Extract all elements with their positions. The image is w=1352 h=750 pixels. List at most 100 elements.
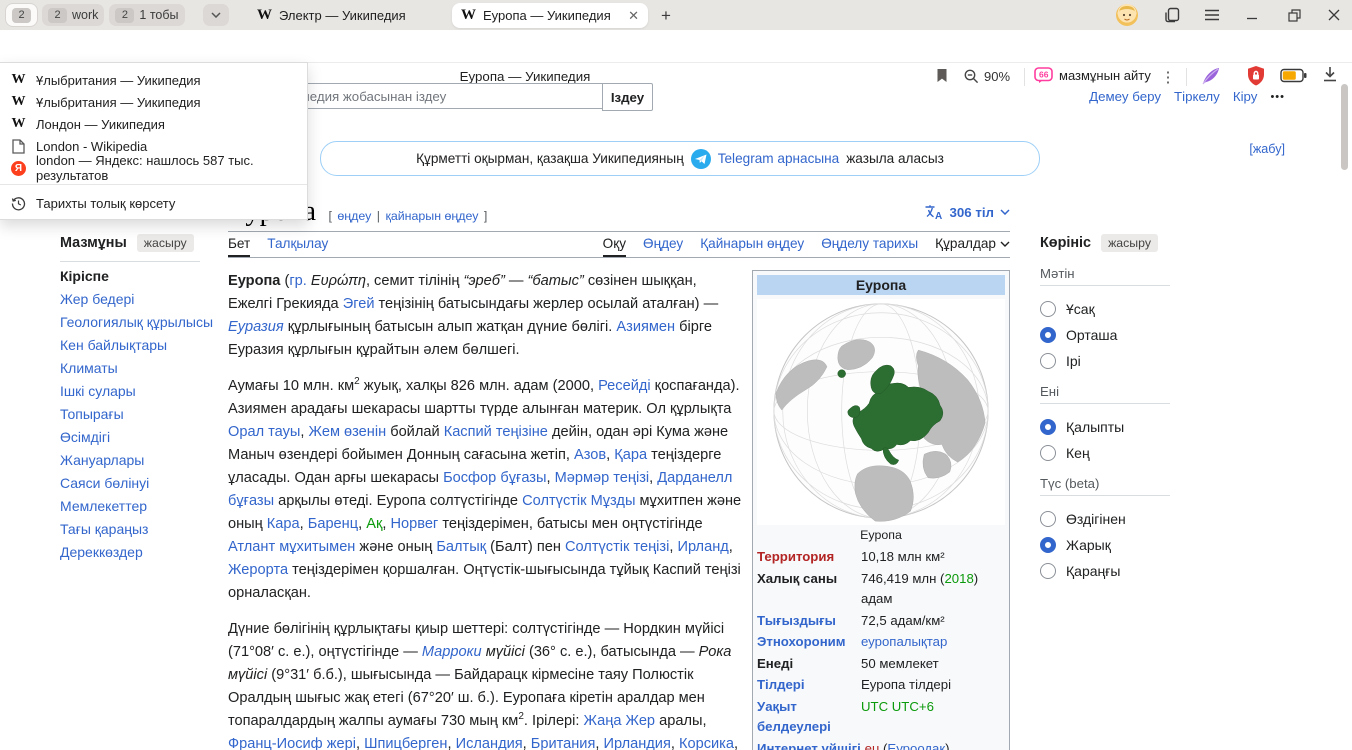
wiki-link[interactable]: Исландия <box>456 736 523 750</box>
wiki-link[interactable]: Атлант мұхитымен <box>228 539 355 555</box>
radio-icon[interactable] <box>1040 301 1056 317</box>
page-tab-қайнарын-өңдеу[interactable]: Қайнарын өңдеу <box>700 236 804 257</box>
wiki-link[interactable]: 2018 <box>944 571 973 586</box>
toc-item[interactable]: Өсімдігі <box>60 431 218 445</box>
wiki-link[interactable]: Ирланд <box>677 539 728 555</box>
zoom-control[interactable]: 90% <box>964 69 1010 84</box>
radio-selected-icon[interactable] <box>1040 419 1056 435</box>
toc-item[interactable]: Кен байлықтары <box>60 339 218 353</box>
page-tab-құралдар[interactable]: Құралдар <box>935 236 1010 257</box>
radio-icon[interactable] <box>1040 445 1056 461</box>
feather-extension-icon[interactable] <box>1200 65 1222 87</box>
window-minimize-icon[interactable] <box>1238 0 1266 30</box>
edit-link[interactable]: қайнарын өңдеу <box>385 209 478 223</box>
more-options-icon[interactable]: ••• <box>1270 91 1285 103</box>
wiki-link[interactable]: Балтық <box>436 539 486 555</box>
radio-icon[interactable] <box>1040 353 1056 369</box>
wiki-link[interactable]: Азов <box>574 447 606 463</box>
wiki-link[interactable]: гр. <box>289 273 307 289</box>
wiki-link[interactable]: Ақ <box>366 516 382 532</box>
radio-selected-icon[interactable] <box>1040 327 1056 343</box>
page-tab-талқылау[interactable]: Талқылау <box>267 236 328 257</box>
menu-icon[interactable] <box>1198 0 1226 30</box>
toc-item[interactable]: Жер бедері <box>60 293 218 307</box>
toc-item[interactable]: Ішкі сулары <box>60 385 218 399</box>
wiki-link[interactable]: Жем өзенін <box>309 424 387 440</box>
radio-option[interactable]: Жарық <box>1040 532 1210 558</box>
wiki-link[interactable]: Азиямен <box>616 319 675 335</box>
tab-close-icon[interactable]: ✕ <box>628 8 639 24</box>
wiki-link[interactable]: Каспий теңізіне <box>444 424 548 440</box>
header-link[interactable]: Демеу беру <box>1089 89 1161 104</box>
radio-option[interactable]: Кең <box>1040 440 1210 466</box>
wiki-link[interactable]: Орал тауы <box>228 424 300 440</box>
window-close-icon[interactable] <box>1320 0 1348 30</box>
suggestion-item[interactable]: WҰлыбритания — Уикипедия <box>0 69 307 91</box>
battery-icon[interactable] <box>1280 68 1307 83</box>
wiki-link[interactable]: Босфор бұғазы <box>443 470 546 486</box>
wiki-link[interactable]: Жаңа Жер <box>584 713 656 729</box>
show-full-history-item[interactable]: Тарихты толық көрсету <box>0 190 307 216</box>
wiki-link[interactable]: UTC UTC+6 <box>861 699 934 714</box>
toc-item[interactable]: Тағы қараңыз <box>60 523 218 537</box>
suggestion-item[interactable]: Яlondon — Яндекс: нашлось 587 тыс. резул… <box>0 157 307 179</box>
toc-item[interactable]: Климаты <box>60 362 218 376</box>
toc-item[interactable]: Мемлекеттер <box>60 500 218 514</box>
radio-option[interactable]: Орташа <box>1040 322 1210 348</box>
wiki-link[interactable]: Ресейді <box>598 378 651 394</box>
page-tab-оқу[interactable]: Оқу <box>603 236 626 257</box>
page-tab-бет[interactable]: Бет <box>228 236 250 257</box>
wiki-link[interactable]: Ирландия <box>603 736 670 750</box>
kebab-menu-icon[interactable]: ⋮ <box>1160 67 1176 87</box>
tab-group-chevron[interactable] <box>203 4 229 26</box>
infobox-label[interactable]: Этнохороним <box>757 632 861 653</box>
wiki-link[interactable]: еуропалықтар <box>861 634 947 649</box>
wiki-link[interactable]: Шпицберген <box>364 736 447 750</box>
wiki-link[interactable]: Баренц <box>308 516 358 532</box>
scrollbar-thumb[interactable] <box>1341 84 1348 170</box>
infobox-label[interactable]: Интернет үйшігі <box>757 739 861 750</box>
telegram-link[interactable]: Telegram арнасына <box>718 151 840 166</box>
radio-option[interactable]: Ірі <box>1040 348 1210 374</box>
radio-selected-icon[interactable] <box>1040 537 1056 553</box>
wiki-link[interactable]: .eu <box>861 741 879 750</box>
profile-avatar[interactable] <box>1116 4 1138 26</box>
tab-group-chip[interactable]: 21 тобы <box>109 4 184 26</box>
wiki-link[interactable]: Британия <box>531 736 596 750</box>
header-link[interactable]: Кіру <box>1233 89 1258 104</box>
browser-tab-inactive[interactable]: W Электр — Уикипедия <box>248 3 446 28</box>
bookmark-icon[interactable] <box>936 68 948 83</box>
download-icon[interactable] <box>1322 66 1338 84</box>
radio-option[interactable]: Қараңғы <box>1040 558 1210 584</box>
edit-link[interactable]: өңдеу <box>337 209 371 223</box>
radio-option[interactable]: Қалыпты <box>1040 414 1210 440</box>
side-panels-icon[interactable] <box>1158 0 1186 30</box>
infobox-label[interactable]: Тығыздығы <box>757 611 861 632</box>
page-tab-өңдеу[interactable]: Өңдеу <box>643 236 683 257</box>
toc-item[interactable]: Дереккөздер <box>60 546 218 560</box>
wiki-link[interactable]: Солтүстік теңізі <box>565 539 669 555</box>
radio-icon[interactable] <box>1040 563 1056 579</box>
wiki-link[interactable]: Франц-Иосиф жері <box>228 736 356 750</box>
suggestion-item[interactable]: WЛондон — Уикипедия <box>0 113 307 135</box>
wiki-link[interactable]: Норвег <box>390 516 438 532</box>
wiki-link[interactable]: Солтүстік Мұзды <box>522 493 635 509</box>
search-button[interactable]: Іздеу <box>602 83 653 111</box>
new-tab-button[interactable]: + <box>654 4 678 28</box>
banner-close-link[interactable]: [жабу] <box>1249 142 1285 156</box>
browser-tab-active[interactable]: W Еуропа — Уикипедия ✕ <box>452 3 648 28</box>
toc-item[interactable]: Жануарлары <box>60 454 218 468</box>
wiki-link[interactable]: Кара <box>267 516 300 532</box>
toc-item[interactable]: Саяси бөлінуі <box>60 477 218 491</box>
toc-item[interactable]: Кіріспе <box>60 270 218 284</box>
infobox-label[interactable]: Тілдері <box>757 675 861 696</box>
protect-shield-icon[interactable] <box>1246 65 1266 87</box>
page-tab-өңделу-тарихы[interactable]: Өңделу тарихы <box>821 236 918 257</box>
europe-globe-image[interactable] <box>757 299 1005 525</box>
infobox-label[interactable]: Территория <box>757 547 861 568</box>
infobox-label[interactable]: Уақыт белдеулері <box>757 697 861 738</box>
wiki-link[interactable]: Қара <box>614 447 647 463</box>
toc-hide-button[interactable]: жасыру <box>137 234 194 252</box>
appearance-hide-button[interactable]: жасыру <box>1101 234 1158 252</box>
suggestion-item[interactable]: WҰлыбритания — Уикипедия <box>0 91 307 113</box>
